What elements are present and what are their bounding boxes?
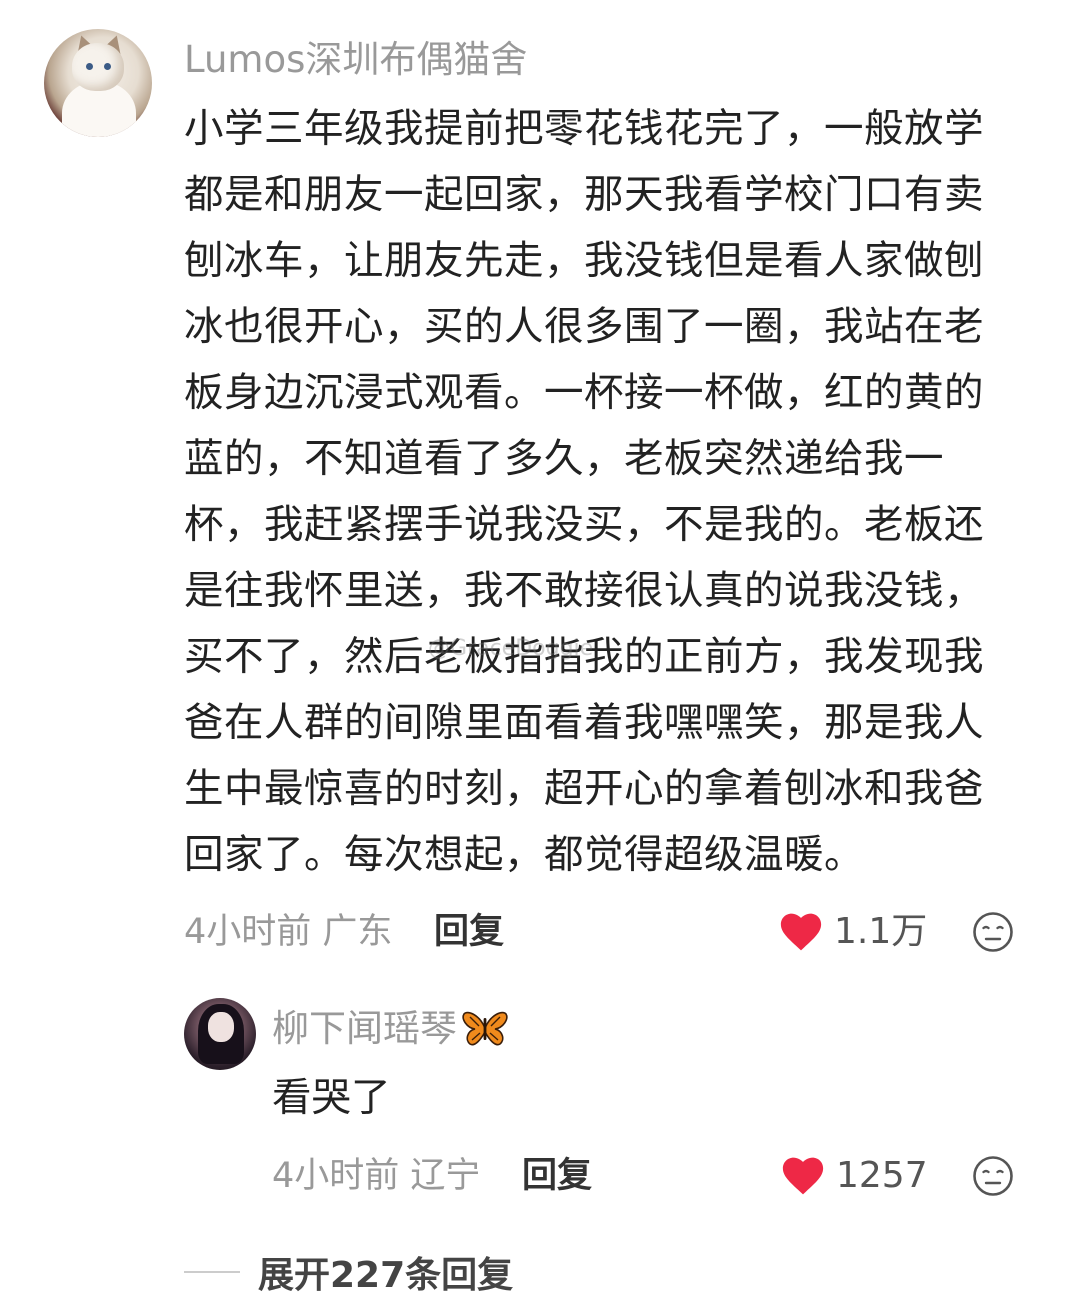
- comment-line: 爸在人群的间隙里面看着我嘿嘿笑，那是我人: [184, 700, 984, 746]
- comment-content: 小学三年级我提前把零花钱花完了，一般放学 都是和朋友一起回家，那天我看学校门口有…: [184, 96, 1030, 888]
- comment-line: 生中最惊喜的时刻，超开心的拿着刨冰和我爸: [184, 766, 984, 812]
- comment-line: 回家了。每次想起，都觉得超级温暖。: [184, 832, 864, 878]
- avatar-cat-eye-right: [104, 63, 111, 70]
- dislike-icon[interactable]: [972, 1155, 1014, 1197]
- comment-line: 蓝的，不知道看了多久，老板突然递给我一: [184, 436, 944, 482]
- butterfly-icon: [462, 1011, 508, 1046]
- comment-line: 买不了，然后老板指指我的正前方，我发现我: [184, 634, 984, 680]
- comment-line: 是往我怀里送，我不敢接很认真的说我没钱，: [184, 568, 984, 614]
- reply-time-location: 4小时前 辽宁: [272, 1156, 481, 1196]
- comment-line: 刨冰车，让朋友先走，我没钱但是看人家做刨: [184, 238, 984, 284]
- avatar-cat-eye-left: [86, 63, 93, 70]
- dislike-icon[interactable]: [972, 911, 1014, 953]
- comment-line: 小学三年级我提前把零花钱花完了，一般放学: [184, 106, 984, 152]
- avatar[interactable]: [44, 29, 152, 137]
- comment-line: 板身边沉浸式观看。一杯接一杯做，红的黄的: [184, 370, 984, 416]
- avatar-cat-face: [72, 43, 124, 91]
- comment-line: 都是和朋友一起回家，那天我看学校门口有卖: [184, 172, 984, 218]
- comment-line: 冰也很开心，买的人很多围了一圈，我站在老: [184, 304, 984, 350]
- like-count: 1.1万: [834, 911, 928, 952]
- username[interactable]: Lumos深圳布偶猫舍: [184, 36, 527, 84]
- like-button[interactable]: 1.1万: [780, 906, 927, 958]
- heart-icon: [780, 913, 822, 951]
- comment-line: 杯，我赶紧摆手说我没买，不是我的。老板还: [184, 502, 984, 548]
- reply-meta: 4小时前 辽宁 回复 1257: [272, 1150, 1034, 1202]
- avatar-face: [208, 1012, 234, 1042]
- reply-like-count: 1257: [836, 1155, 928, 1196]
- comment-meta: 4小时前 广东 回复 1.1万: [184, 906, 1034, 958]
- expand-replies-label: 展开227条回复: [258, 1255, 514, 1296]
- time-location: 4小时前 广东: [184, 912, 393, 952]
- reply-like-button[interactable]: 1257: [782, 1150, 928, 1202]
- reply-reply-button[interactable]: 回复: [522, 1150, 592, 1202]
- reply-username[interactable]: 柳下闻瑶琴: [272, 1004, 457, 1054]
- reply-avatar[interactable]: [184, 998, 256, 1070]
- reply-username-row: 柳下闻瑶琴: [272, 1004, 509, 1054]
- reply-button[interactable]: 回复: [434, 906, 504, 958]
- heart-icon: [782, 1157, 824, 1195]
- reply-content: 看哭了: [272, 1075, 391, 1121]
- expand-divider: [184, 1271, 240, 1273]
- expand-replies-button[interactable]: 展开227条回复: [184, 1246, 513, 1298]
